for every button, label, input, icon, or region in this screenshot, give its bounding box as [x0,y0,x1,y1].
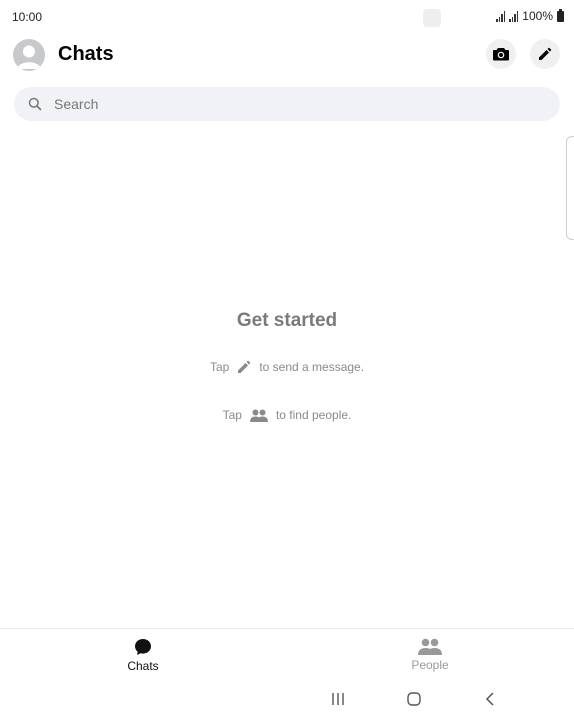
edge-panel-handle[interactable] [566,136,574,240]
search-bar[interactable] [14,87,560,121]
camera-button[interactable] [486,39,516,69]
hint-prefix: Tap [209,360,230,374]
tab-label: Chats [127,659,159,673]
chat-bubble-icon [135,639,151,655]
page-title: Chats [58,43,114,65]
tab-label: People [411,658,449,672]
tab-people[interactable]: People [390,638,470,672]
avatar-placeholder-icon [17,45,41,69]
recents-icon [332,693,344,705]
system-nav-bar [0,680,574,718]
hint-suffix: to send a message. [259,360,365,374]
search-input[interactable] [52,95,536,113]
hint-prefix: Tap [222,408,242,422]
signal-icon [496,10,506,22]
status-bar: 10:00 100% [0,0,574,34]
empty-state-title: Get started [236,310,338,331]
back-chevron-icon [485,692,494,706]
signal-icon-2 [509,10,519,22]
search-icon [28,97,42,111]
avatar[interactable] [13,39,45,71]
people-icon [418,638,442,655]
hint-send-message: Tap to send a message. [0,360,574,374]
battery-icon [557,8,564,22]
bottom-nav: Chats People [0,628,574,679]
battery-percent: 100% [522,9,553,23]
compose-button[interactable] [530,39,560,69]
back-button[interactable] [478,689,502,709]
recent-apps-button[interactable] [326,689,350,709]
hint-find-people: Tap to find people. [0,408,574,422]
status-time: 10:00 [12,10,43,24]
people-icon [249,409,268,422]
header: Chats [0,34,574,80]
camera-icon [493,48,509,61]
tab-chats[interactable]: Chats [103,638,183,673]
home-icon [407,692,421,706]
pencil-icon [539,47,552,60]
home-button[interactable] [402,689,426,709]
front-camera-cutout [423,9,441,27]
status-indicators: 100% [496,8,564,23]
pencil-icon [238,360,251,373]
hint-suffix: to find people. [275,408,352,422]
